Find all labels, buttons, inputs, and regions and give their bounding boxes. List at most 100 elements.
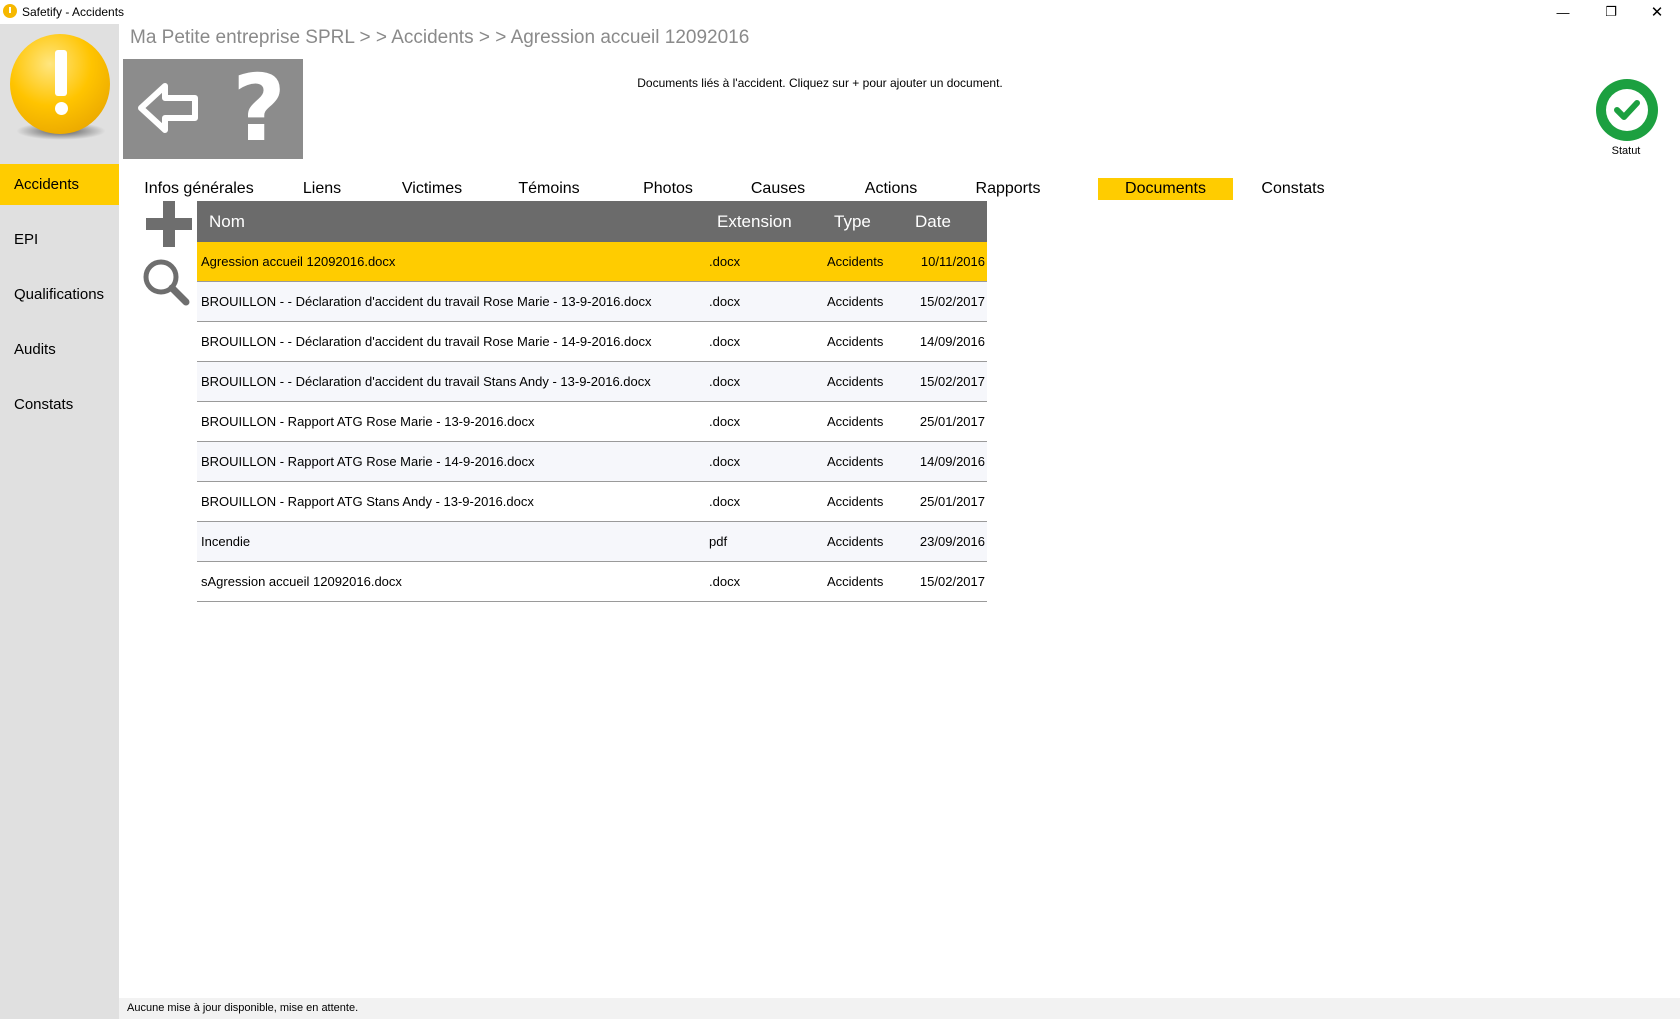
breadcrumb: Ma Petite entreprise SPRL > > Accidents …: [130, 27, 750, 48]
exclamation-logo-icon: [10, 34, 110, 134]
cell-date: 10/11/2016: [920, 254, 985, 269]
sidebar-item-audits[interactable]: Audits: [0, 329, 119, 370]
cell-date: 15/02/2017: [919, 574, 985, 589]
cell-date: 14/09/2016: [919, 454, 985, 469]
table-row[interactable]: BROUILLON - Rapport ATG Rose Marie - 14-…: [197, 442, 987, 482]
tab-constats[interactable]: Constats: [1260, 178, 1326, 200]
cell-name: BROUILLON - - Déclaration d'accident du …: [201, 374, 651, 389]
sidebar: Accidents EPI Qualifications Audits Cons…: [0, 24, 119, 1019]
sidebar-item-label: Audits: [14, 341, 56, 358]
app-window: Safetify - Accidents — ❐ ✕ Accidents EPI…: [0, 0, 1680, 1019]
documents-table: Nom Extension Type Date Agression accuei…: [197, 201, 987, 602]
cell-date: 23/09/2016: [919, 534, 985, 549]
sidebar-item-label: Qualifications: [14, 286, 105, 303]
cell-type: Accidents: [827, 294, 884, 309]
status-label: Statut: [1611, 145, 1641, 157]
maximize-button[interactable]: ❐: [1588, 0, 1634, 24]
cell-name: sAgression accueil 12092016.docx: [201, 574, 402, 589]
cell-name: Agression accueil 12092016.docx: [201, 254, 396, 269]
status-bar: Aucune mise à jour disponible, mise en a…: [119, 998, 1680, 1019]
plus-icon[interactable]: [146, 201, 192, 247]
cell-type: Accidents: [827, 534, 884, 549]
cell-type: Accidents: [827, 334, 884, 349]
app-icon: [3, 4, 17, 18]
tab-label: Liens: [302, 180, 342, 197]
cell-extension: .docx: [709, 334, 741, 349]
cell-extension: .docx: [709, 494, 741, 509]
back-arrow-icon[interactable]: [137, 81, 199, 135]
column-header-date[interactable]: Date: [915, 201, 951, 242]
tab-photos[interactable]: Photos: [643, 178, 693, 200]
cell-extension: pdf: [709, 534, 728, 549]
sidebar-item-accidents[interactable]: Accidents: [0, 164, 119, 205]
tab-documents[interactable]: Documents: [1098, 178, 1233, 200]
status-button[interactable]: [1596, 79, 1658, 141]
sidebar-item-label: Constats: [14, 396, 74, 413]
cell-type: Accidents: [827, 494, 884, 509]
table-row[interactable]: BROUILLON - - Déclaration d'accident du …: [197, 282, 987, 322]
tab-label: Constats: [1261, 180, 1325, 197]
tab-infos-generales[interactable]: Infos générales: [144, 178, 254, 200]
cell-type: Accidents: [827, 574, 884, 589]
table-row[interactable]: Agression accueil 12092016.docx .docx Ac…: [197, 242, 987, 282]
title-bar: Safetify - Accidents — ❐ ✕: [0, 0, 1680, 24]
cell-date: 15/02/2017: [919, 374, 985, 389]
cell-extension: .docx: [709, 294, 741, 309]
table-row[interactable]: sAgression accueil 12092016.docx .docx A…: [197, 562, 987, 602]
cell-date: 15/02/2017: [919, 294, 985, 309]
table-row[interactable]: BROUILLON - Rapport ATG Stans Andy - 13-…: [197, 482, 987, 522]
sidebar-item-qualifications[interactable]: Qualifications: [0, 274, 119, 315]
table-header: Nom Extension Type Date: [197, 201, 987, 242]
tab-label: Documents: [1125, 180, 1206, 197]
tab-label: Victimes: [401, 180, 463, 197]
cell-type: Accidents: [827, 254, 884, 269]
sidebar-nav: Accidents EPI Qualifications Audits Cons…: [0, 164, 119, 439]
cell-type: Accidents: [827, 454, 884, 469]
cell-name: BROUILLON - Rapport ATG Rose Marie - 14-…: [201, 454, 535, 469]
tab-temoins[interactable]: Témoins: [517, 178, 581, 200]
help-icon[interactable]: ?: [227, 63, 291, 155]
tab-label: Témoins: [518, 180, 580, 197]
sidebar-item-epi[interactable]: EPI: [0, 219, 119, 260]
sidebar-item-label: EPI: [14, 231, 39, 248]
cell-extension: .docx: [709, 414, 741, 429]
window-title: Safetify - Accidents: [22, 5, 125, 19]
table-row[interactable]: BROUILLON - Rapport ATG Rose Marie - 13-…: [197, 402, 987, 442]
sidebar-item-constats[interactable]: Constats: [0, 384, 119, 425]
minimize-button[interactable]: —: [1540, 0, 1586, 24]
cell-name: BROUILLON - Rapport ATG Stans Andy - 13-…: [201, 494, 534, 509]
cell-name: BROUILLON - - Déclaration d'accident du …: [201, 294, 652, 309]
check-icon: [1606, 89, 1648, 131]
cell-extension: .docx: [709, 574, 741, 589]
cell-name: BROUILLON - Rapport ATG Rose Marie - 13-…: [201, 414, 535, 429]
tab-label: Rapports: [975, 180, 1041, 197]
table-row[interactable]: BROUILLON - - Déclaration d'accident du …: [197, 362, 987, 402]
tab-causes[interactable]: Causes: [751, 178, 805, 200]
cell-extension: .docx: [709, 374, 741, 389]
cell-date: 25/01/2017: [919, 494, 985, 509]
table-row[interactable]: Incendie pdf Accidents 23/09/2016: [197, 522, 987, 562]
tab-liens[interactable]: Liens: [302, 178, 342, 200]
column-header-name[interactable]: Nom: [209, 201, 245, 242]
cell-extension: .docx: [709, 454, 741, 469]
column-header-type[interactable]: Type: [834, 201, 871, 242]
cell-type: Accidents: [827, 374, 884, 389]
cell-type: Accidents: [827, 414, 884, 429]
tab-label: Photos: [643, 180, 693, 197]
close-button[interactable]: ✕: [1634, 0, 1680, 24]
instruction-text: Documents liés à l'accident. Cliquez sur…: [637, 76, 1003, 90]
tab-victimes[interactable]: Victimes: [402, 178, 462, 200]
column-header-extension[interactable]: Extension: [717, 201, 792, 242]
cell-name: BROUILLON - - Déclaration d'accident du …: [201, 334, 652, 349]
status-bar-text: Aucune mise à jour disponible, mise en a…: [127, 1002, 359, 1014]
cell-extension: .docx: [709, 254, 741, 269]
table-body: Agression accueil 12092016.docx .docx Ac…: [197, 242, 987, 602]
tab-rapports[interactable]: Rapports: [973, 178, 1043, 200]
tab-actions[interactable]: Actions: [862, 178, 920, 200]
tab-label: Actions: [864, 180, 918, 197]
tab-label: Infos générales: [144, 180, 254, 197]
tab-label: Causes: [750, 180, 806, 197]
table-row[interactable]: BROUILLON - - Déclaration d'accident du …: [197, 322, 987, 362]
search-icon[interactable]: [140, 256, 190, 306]
cell-name: Incendie: [201, 534, 251, 549]
